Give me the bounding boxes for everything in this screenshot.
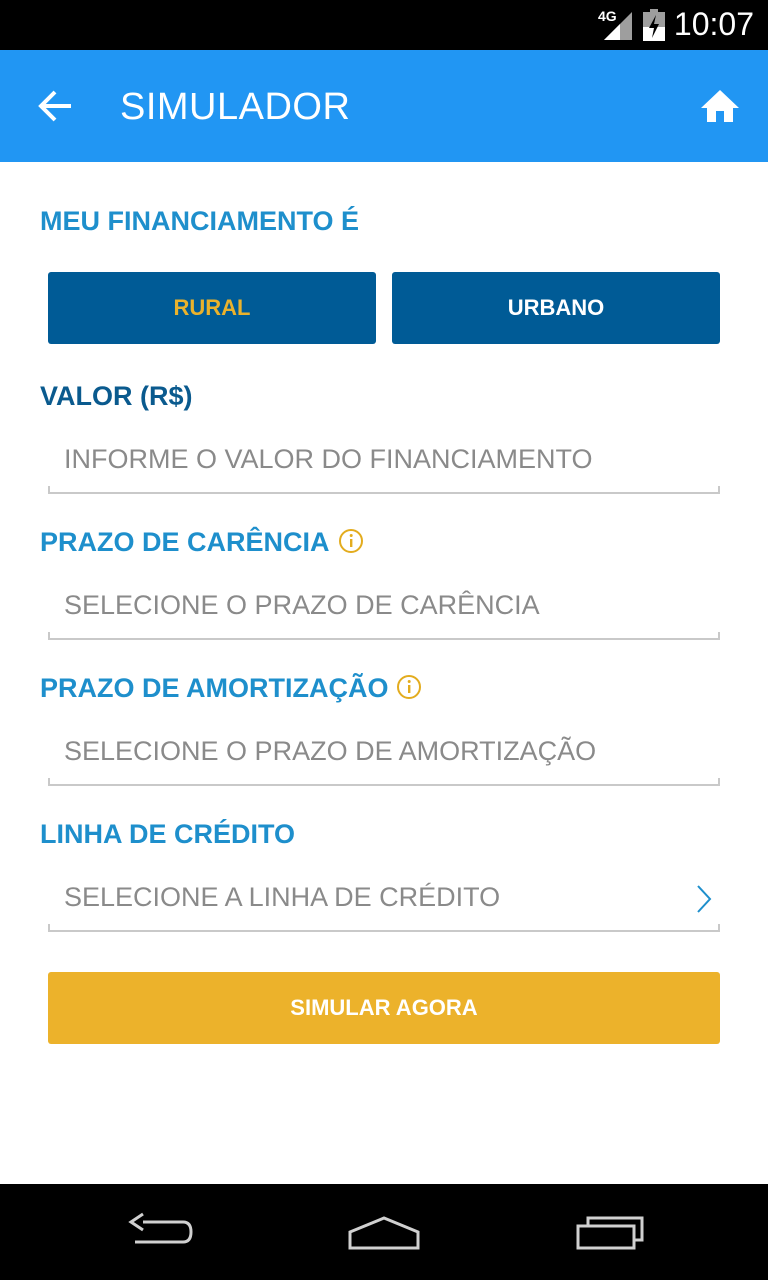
amortization-placeholder: SELECIONE O PRAZO DE AMORTIZAÇÃO xyxy=(64,736,597,766)
value-placeholder: INFORME O VALOR DO FINANCIAMENTO xyxy=(64,444,593,474)
credit-line-placeholder: SELECIONE A LINHA DE CRÉDITO xyxy=(64,882,501,912)
grace-period-underline xyxy=(48,632,720,640)
navigation-bar xyxy=(0,1184,768,1280)
credit-line-select[interactable]: SELECIONE A LINHA DE CRÉDITO xyxy=(48,882,720,932)
app-bar: SIMULADOR xyxy=(0,50,768,162)
home-icon xyxy=(701,90,739,122)
value-label: VALOR (R$) xyxy=(40,381,193,411)
value-input[interactable]: INFORME O VALOR DO FINANCIAMENTO xyxy=(48,444,720,494)
rural-option-button[interactable]: RURAL xyxy=(48,272,376,344)
financing-type-label: MEU FINANCIAMENTO É xyxy=(40,206,360,236)
credit-line-label: LINHA DE CRÉDITO xyxy=(40,819,296,849)
status-bar: 4G 10:07 xyxy=(0,0,768,50)
nav-home-button[interactable] xyxy=(334,1204,434,1260)
back-icon xyxy=(128,1212,193,1244)
battery-icon xyxy=(643,9,665,41)
grace-period-select[interactable]: SELECIONE O PRAZO DE CARÊNCIA xyxy=(48,590,720,640)
amortization-underline xyxy=(48,778,720,786)
recents-icon xyxy=(576,1216,644,1250)
clock: 10:07 xyxy=(673,6,754,42)
info-icon[interactable] xyxy=(338,528,364,554)
value-underline xyxy=(48,486,720,494)
amortization-label: PRAZO DE AMORTIZAÇÃO xyxy=(40,673,422,704)
urbano-option-button[interactable]: URBANO xyxy=(392,272,720,344)
amortization-select[interactable]: SELECIONE O PRAZO DE AMORTIZAÇÃO xyxy=(48,736,720,786)
credit-line-underline xyxy=(48,924,720,932)
home-nav-icon xyxy=(348,1216,420,1250)
back-button[interactable] xyxy=(28,80,84,132)
chevron-right-icon xyxy=(697,885,712,913)
nav-back-button[interactable] xyxy=(110,1204,210,1260)
page-title: SIMULADOR xyxy=(120,86,351,128)
arrow-left-icon xyxy=(38,90,71,122)
grace-period-label: PRAZO DE CARÊNCIA xyxy=(40,527,364,558)
home-button[interactable] xyxy=(694,80,746,132)
signal-icon xyxy=(604,12,632,40)
simulate-now-button[interactable]: SIMULAR AGORA xyxy=(48,972,720,1044)
nav-recents-button[interactable] xyxy=(560,1204,660,1260)
amortization-label-text: PRAZO DE AMORTIZAÇÃO xyxy=(40,673,389,703)
grace-period-placeholder: SELECIONE O PRAZO DE CARÊNCIA xyxy=(64,590,540,620)
info-icon[interactable] xyxy=(396,674,422,700)
grace-period-label-text: PRAZO DE CARÊNCIA xyxy=(40,527,330,557)
